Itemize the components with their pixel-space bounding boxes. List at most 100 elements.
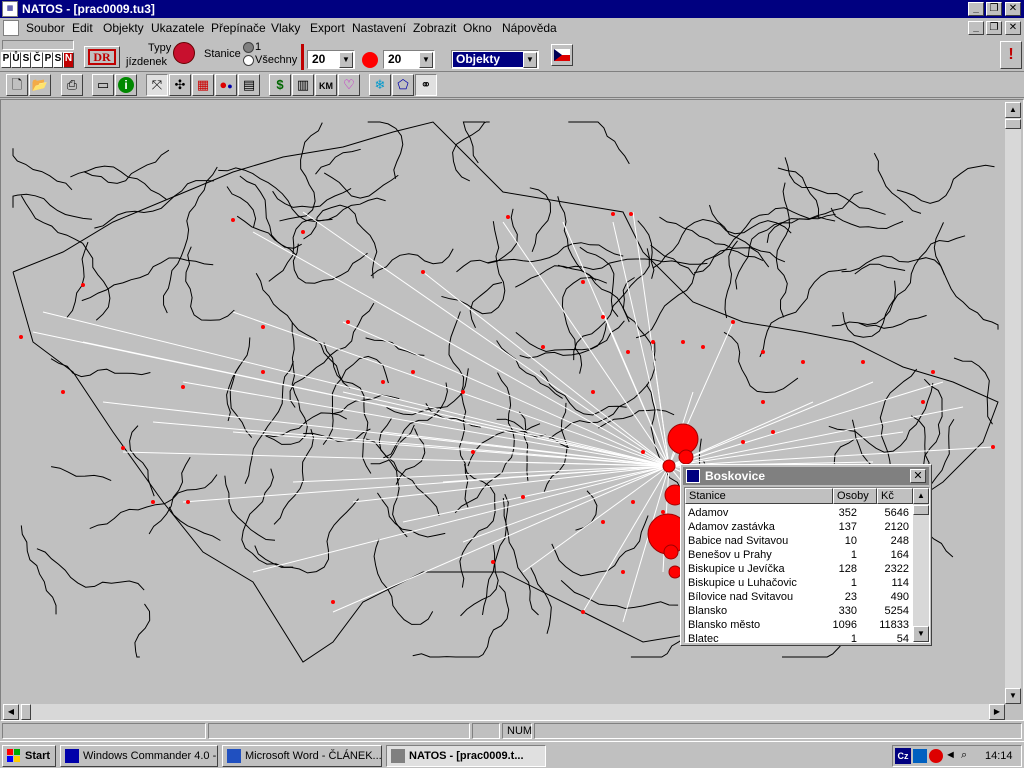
station-row[interactable]: Adamov zastávka 137 2120 (685, 520, 913, 534)
tray-red-icon[interactable] (929, 749, 943, 763)
money-icon[interactable]: $ (269, 74, 291, 96)
station-row[interactable]: Biskupice u Luhačovic 1 114 (685, 576, 913, 590)
menu-export[interactable]: Export (310, 21, 345, 35)
jizdenek-label: jízdenek (126, 56, 167, 68)
alert-button[interactable]: ! (1000, 41, 1022, 69)
dr-button[interactable]: DR (84, 46, 120, 68)
station-row[interactable]: Bílovice nad Svitavou 23 490 (685, 590, 913, 604)
tray-speaker-icon[interactable]: ◄ (945, 749, 959, 763)
language-indicator[interactable]: Cz (895, 748, 911, 764)
station-row[interactable]: Adamov 352 5646 (685, 506, 913, 520)
value-2-dropdown-icon[interactable]: ▼ (419, 52, 433, 68)
close-button[interactable]: ✕ (1005, 2, 1021, 16)
value-2-select[interactable]: 20 ▼ (383, 50, 435, 69)
scroll-right-icon[interactable]: ▶ (989, 704, 1005, 720)
station-detail-window[interactable]: Boskovice ✕ Stanice Osoby Kč Adamov 352 56… (680, 464, 932, 646)
station-row[interactable]: Blansko 330 5254 (685, 604, 913, 618)
volume-bubble (667, 423, 699, 455)
station-dot (629, 212, 633, 216)
rail-line (652, 218, 792, 269)
menu-okno[interactable]: Okno (463, 21, 492, 35)
doc-restore-button[interactable]: ❐ (986, 21, 1002, 35)
tray-app-icon[interactable] (913, 749, 927, 763)
objekty-text: Objekty (453, 52, 523, 67)
task-windows-commander[interactable]: Windows Commander 4.0 -... (60, 745, 218, 767)
value-1-select[interactable]: 20 ▼ (307, 50, 355, 69)
objekty-select[interactable]: Objekty ▼ (451, 50, 539, 69)
column-header-station[interactable]: Stanice (685, 488, 833, 504)
horizontal-scrollbar[interactable]: ◀ ▶ (3, 704, 1005, 720)
radio-one[interactable] (243, 42, 254, 53)
scroll-down-icon[interactable]: ▼ (1005, 688, 1021, 704)
station-row[interactable]: Blansko město 1096 11833 (685, 618, 913, 632)
document-icon[interactable] (3, 20, 19, 36)
menu-ukazatele[interactable]: Ukazatele (151, 21, 204, 35)
window-icon[interactable]: ▭ (92, 74, 114, 96)
popup-title-bar[interactable]: Boskovice ✕ (683, 467, 929, 485)
maximize-button[interactable]: ❐ (986, 2, 1002, 16)
ticket-type-red-circle-icon[interactable] (173, 42, 195, 64)
task-microsoft-word[interactable]: Microsoft Word - ČLÁNEK... (222, 745, 382, 767)
popup-scrollbar[interactable]: ▲ ▼ (913, 488, 929, 642)
doc-minimize-button[interactable]: _ (968, 21, 984, 35)
rail-line (20, 525, 57, 615)
radio-all[interactable] (243, 55, 254, 66)
popup-scroll-up-icon[interactable]: ▲ (913, 488, 929, 504)
station-czk: 5646 (884, 507, 909, 519)
flag-button[interactable] (551, 44, 573, 66)
station-row[interactable]: Blatec 1 54 (685, 632, 913, 646)
task-natos[interactable]: NATOS - [prac0009.t... (386, 745, 546, 767)
snowflake-icon[interactable]: ❄ (369, 74, 391, 96)
rail-line (482, 544, 496, 615)
circles-icon[interactable]: ⚭ (415, 74, 437, 96)
popup-scroll-thumb[interactable] (913, 505, 929, 515)
natos-app-icon[interactable]: ▦ (2, 1, 18, 17)
menu-prepinace[interactable]: Přepínače (211, 21, 266, 35)
volume-bubble (663, 544, 679, 560)
popup-close-button[interactable]: ✕ (910, 469, 926, 483)
scroll-left-icon[interactable]: ◀ (3, 704, 19, 720)
tray-search-icon[interactable]: ⌕ (961, 749, 975, 763)
start-button[interactable]: Start (2, 745, 56, 767)
station-dot (411, 370, 415, 374)
polygon-icon[interactable]: ⬠ (392, 74, 414, 96)
horizontal-scroll-thumb[interactable] (21, 704, 31, 720)
rail-line (775, 182, 791, 318)
km-icon[interactable]: KM (315, 74, 337, 96)
colored-dots-icon[interactable]: ●● (215, 74, 237, 96)
station-row[interactable]: Benešov u Prahy 1 164 (685, 548, 913, 562)
station-table-icon[interactable]: ▦ (192, 74, 214, 96)
vertical-scrollbar[interactable]: ▲ ▼ (1005, 102, 1021, 704)
train-icon[interactable]: ▤ (238, 74, 260, 96)
info-icon[interactable]: i (115, 74, 137, 96)
print-icon[interactable]: ⎙ (61, 74, 83, 96)
objekty-dropdown-icon[interactable]: ▼ (523, 52, 537, 68)
column-header-persons[interactable]: Osoby (833, 488, 877, 504)
scroll-up-icon[interactable]: ▲ (1005, 102, 1021, 118)
station-row[interactable]: Biskupice u Jevíčka 128 2322 (685, 562, 913, 576)
menu-objekty[interactable]: Objekty (103, 21, 144, 35)
route-node-icon[interactable]: ✣ (169, 74, 191, 96)
popup-scroll-down-icon[interactable]: ▼ (913, 626, 929, 642)
heart-shape-icon[interactable]: ♡ (338, 74, 360, 96)
value-1-dropdown-icon[interactable]: ▼ (339, 52, 353, 68)
menu-napoveda[interactable]: Nápověda (502, 21, 557, 35)
rail-line (496, 418, 570, 449)
network-graph-icon[interactable]: ⤧ (146, 74, 168, 96)
menu-soubor[interactable]: Soubor (26, 21, 65, 35)
station-row[interactable]: Babice nad Svitavou 10 248 (685, 534, 913, 548)
menu-nastaveni[interactable]: Nastavení (352, 21, 406, 35)
new-file-icon[interactable]: 🗋 (6, 74, 28, 96)
column-header-czk[interactable]: Kč (877, 488, 913, 504)
station-dot (611, 212, 615, 216)
rail-line (148, 456, 191, 535)
doc-close-button[interactable]: ✕ (1005, 21, 1021, 35)
open-folder-icon[interactable]: 📂 (29, 74, 51, 96)
menu-zobrazit[interactable]: Zobrazit (413, 21, 456, 35)
menu-vlaky[interactable]: Vlaky (271, 21, 300, 35)
distance-table-icon[interactable]: ▥ (292, 74, 314, 96)
minimize-button[interactable]: _ (968, 2, 984, 16)
menu-edit[interactable]: Edit (72, 21, 93, 35)
station-list[interactable]: Stanice Osoby Kč Adamov 352 5646 Adamov zas… (684, 487, 930, 646)
vertical-scroll-thumb[interactable] (1005, 119, 1021, 129)
